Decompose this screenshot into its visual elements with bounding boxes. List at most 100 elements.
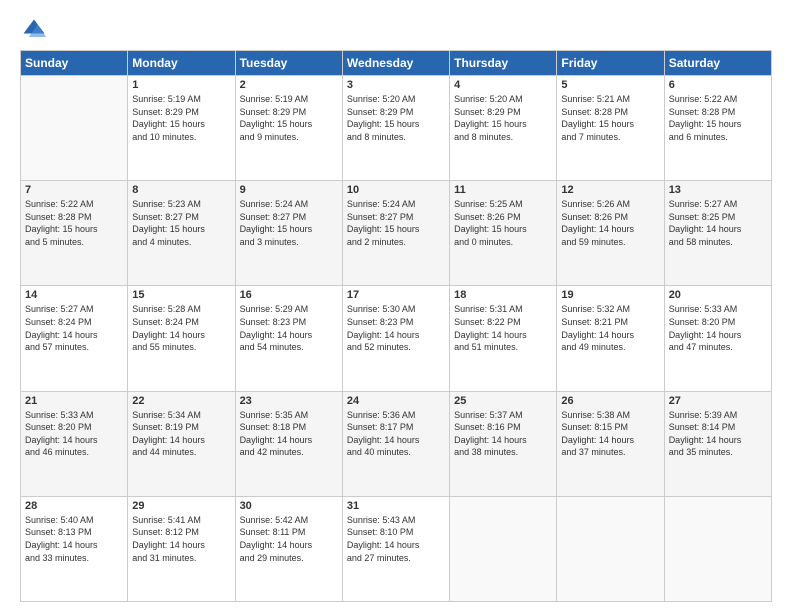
week-row-2: 7 Sunrise: 5:22 AM Sunset: 8:28 PM Daylig… <box>21 181 772 286</box>
day-info: Sunrise: 5:32 AM Sunset: 8:21 PM Dayligh… <box>561 303 659 353</box>
calendar-cell: 29Sunrise: 5:41 AM Sunset: 8:12 PM Dayli… <box>128 496 235 601</box>
day-info: Sunrise: 5:34 AM Sunset: 8:19 PM Dayligh… <box>132 409 230 459</box>
calendar-cell: 12 Sunrise: 5:26 AM Sunset: 8:26 PM Dayli… <box>557 181 664 286</box>
calendar-cell: 18 Sunrise: 5:31 AM Sunset: 8:22 PM Dayli… <box>450 286 557 391</box>
logo-icon <box>20 16 48 44</box>
calendar-cell: 7 Sunrise: 5:22 AM Sunset: 8:28 PM Daylig… <box>21 181 128 286</box>
header <box>20 16 772 44</box>
day-info: Sunrise: 5:31 AM Sunset: 8:22 PM Dayligh… <box>454 303 552 353</box>
day-info: Sunrise: 5:37 AM Sunset: 8:16 PM Dayligh… <box>454 409 552 459</box>
day-number: 4 <box>454 79 552 91</box>
day-header-thursday: Thursday <box>450 51 557 76</box>
calendar-cell: 8 Sunrise: 5:23 AM Sunset: 8:27 PM Daylig… <box>128 181 235 286</box>
day-info: Sunrise: 5:30 AM Sunset: 8:23 PM Dayligh… <box>347 303 445 353</box>
calendar-cell: 3Sunrise: 5:20 AM Sunset: 8:29 PM Daylig… <box>342 76 449 181</box>
day-info: Sunrise: 5:22 AM Sunset: 8:28 PM Dayligh… <box>25 198 123 248</box>
day-number: 27 <box>669 395 767 407</box>
day-info: Sunrise: 5:27 AM Sunset: 8:24 PM Dayligh… <box>25 303 123 353</box>
day-number: 26 <box>561 395 659 407</box>
calendar-cell: 14 Sunrise: 5:27 AM Sunset: 8:24 PM Dayli… <box>21 286 128 391</box>
day-number: 8 <box>132 184 230 196</box>
calendar-table: SundayMondayTuesdayWednesdayThursdayFrid… <box>20 50 772 602</box>
day-number: 20 <box>669 289 767 301</box>
calendar-cell: 27 Sunrise: 5:39 AM Sunset: 8:14 PM Dayli… <box>664 391 771 496</box>
calendar-cell: 20 Sunrise: 5:33 AM Sunset: 8:20 PM Dayli… <box>664 286 771 391</box>
day-info: Sunrise: 5:33 AM Sunset: 8:20 PM Dayligh… <box>25 409 123 459</box>
day-number: 15 <box>132 289 230 301</box>
day-info: Sunrise: 5:40 AM Sunset: 8:13 PM Dayligh… <box>25 514 123 564</box>
day-header-sunday: Sunday <box>21 51 128 76</box>
day-info: Sunrise: 5:36 AM Sunset: 8:17 PM Dayligh… <box>347 409 445 459</box>
calendar-cell: 23Sunrise: 5:35 AM Sunset: 8:18 PM Dayli… <box>235 391 342 496</box>
calendar-cell: 28 Sunrise: 5:40 AM Sunset: 8:13 PM Dayli… <box>21 496 128 601</box>
day-number: 3 <box>347 79 445 91</box>
calendar-cell <box>450 496 557 601</box>
day-info: Sunrise: 5:35 AM Sunset: 8:18 PM Dayligh… <box>240 409 338 459</box>
day-info: Sunrise: 5:24 AM Sunset: 8:27 PM Dayligh… <box>240 198 338 248</box>
day-header-saturday: Saturday <box>664 51 771 76</box>
day-info: Sunrise: 5:23 AM Sunset: 8:27 PM Dayligh… <box>132 198 230 248</box>
day-number: 16 <box>240 289 338 301</box>
calendar-cell <box>664 496 771 601</box>
day-number: 31 <box>347 500 445 512</box>
calendar-cell: 2Sunrise: 5:19 AM Sunset: 8:29 PM Daylig… <box>235 76 342 181</box>
day-info: Sunrise: 5:42 AM Sunset: 8:11 PM Dayligh… <box>240 514 338 564</box>
day-info: Sunrise: 5:43 AM Sunset: 8:10 PM Dayligh… <box>347 514 445 564</box>
day-number: 1 <box>132 79 230 91</box>
day-info: Sunrise: 5:39 AM Sunset: 8:14 PM Dayligh… <box>669 409 767 459</box>
day-number: 6 <box>669 79 767 91</box>
day-info: Sunrise: 5:22 AM Sunset: 8:28 PM Dayligh… <box>669 93 767 143</box>
calendar-cell: 11 Sunrise: 5:25 AM Sunset: 8:26 PM Dayli… <box>450 181 557 286</box>
day-info: Sunrise: 5:27 AM Sunset: 8:25 PM Dayligh… <box>669 198 767 248</box>
day-header-tuesday: Tuesday <box>235 51 342 76</box>
day-info: Sunrise: 5:26 AM Sunset: 8:26 PM Dayligh… <box>561 198 659 248</box>
calendar-cell <box>21 76 128 181</box>
calendar-cell: 4Sunrise: 5:20 AM Sunset: 8:29 PM Daylig… <box>450 76 557 181</box>
day-number: 9 <box>240 184 338 196</box>
week-row-1: 1 Sunrise: 5:19 AM Sunset: 8:29 PM Daylig… <box>21 76 772 181</box>
calendar-cell: 13Sunrise: 5:27 AM Sunset: 8:25 PM Dayli… <box>664 181 771 286</box>
day-number: 5 <box>561 79 659 91</box>
day-number: 30 <box>240 500 338 512</box>
calendar-cell: 31 Sunrise: 5:43 AM Sunset: 8:10 PM Dayli… <box>342 496 449 601</box>
calendar-cell: 30 Sunrise: 5:42 AM Sunset: 8:11 PM Dayli… <box>235 496 342 601</box>
calendar-cell: 24 Sunrise: 5:36 AM Sunset: 8:17 PM Dayli… <box>342 391 449 496</box>
calendar-cell: 6 Sunrise: 5:22 AM Sunset: 8:28 PM Daylig… <box>664 76 771 181</box>
calendar-cell <box>557 496 664 601</box>
calendar-cell: 17 Sunrise: 5:30 AM Sunset: 8:23 PM Dayli… <box>342 286 449 391</box>
day-number: 22 <box>132 395 230 407</box>
day-number: 12 <box>561 184 659 196</box>
calendar-cell: 19Sunrise: 5:32 AM Sunset: 8:21 PM Dayli… <box>557 286 664 391</box>
day-info: Sunrise: 5:29 AM Sunset: 8:23 PM Dayligh… <box>240 303 338 353</box>
day-info: Sunrise: 5:25 AM Sunset: 8:26 PM Dayligh… <box>454 198 552 248</box>
day-number: 14 <box>25 289 123 301</box>
logo <box>20 16 52 44</box>
calendar-cell: 1 Sunrise: 5:19 AM Sunset: 8:29 PM Daylig… <box>128 76 235 181</box>
day-number: 11 <box>454 184 552 196</box>
week-row-5: 28 Sunrise: 5:40 AM Sunset: 8:13 PM Dayli… <box>21 496 772 601</box>
page: SundayMondayTuesdayWednesdayThursdayFrid… <box>0 0 792 612</box>
day-number: 21 <box>25 395 123 407</box>
day-number: 24 <box>347 395 445 407</box>
day-number: 2 <box>240 79 338 91</box>
day-header-wednesday: Wednesday <box>342 51 449 76</box>
day-number: 10 <box>347 184 445 196</box>
calendar-cell: 26Sunrise: 5:38 AM Sunset: 8:15 PM Dayli… <box>557 391 664 496</box>
calendar-cell: 21 Sunrise: 5:33 AM Sunset: 8:20 PM Dayli… <box>21 391 128 496</box>
calendar-cell: 5 Sunrise: 5:21 AM Sunset: 8:28 PM Daylig… <box>557 76 664 181</box>
day-header-friday: Friday <box>557 51 664 76</box>
day-info: Sunrise: 5:19 AM Sunset: 8:29 PM Dayligh… <box>132 93 230 143</box>
day-info: Sunrise: 5:24 AM Sunset: 8:27 PM Dayligh… <box>347 198 445 248</box>
day-number: 17 <box>347 289 445 301</box>
day-info: Sunrise: 5:28 AM Sunset: 8:24 PM Dayligh… <box>132 303 230 353</box>
day-header-monday: Monday <box>128 51 235 76</box>
calendar-cell: 10 Sunrise: 5:24 AM Sunset: 8:27 PM Dayli… <box>342 181 449 286</box>
day-info: Sunrise: 5:21 AM Sunset: 8:28 PM Dayligh… <box>561 93 659 143</box>
day-info: Sunrise: 5:33 AM Sunset: 8:20 PM Dayligh… <box>669 303 767 353</box>
day-number: 29 <box>132 500 230 512</box>
calendar-cell: 9 Sunrise: 5:24 AM Sunset: 8:27 PM Daylig… <box>235 181 342 286</box>
day-number: 18 <box>454 289 552 301</box>
day-number: 28 <box>25 500 123 512</box>
day-number: 7 <box>25 184 123 196</box>
calendar-cell: 25Sunrise: 5:37 AM Sunset: 8:16 PM Dayli… <box>450 391 557 496</box>
